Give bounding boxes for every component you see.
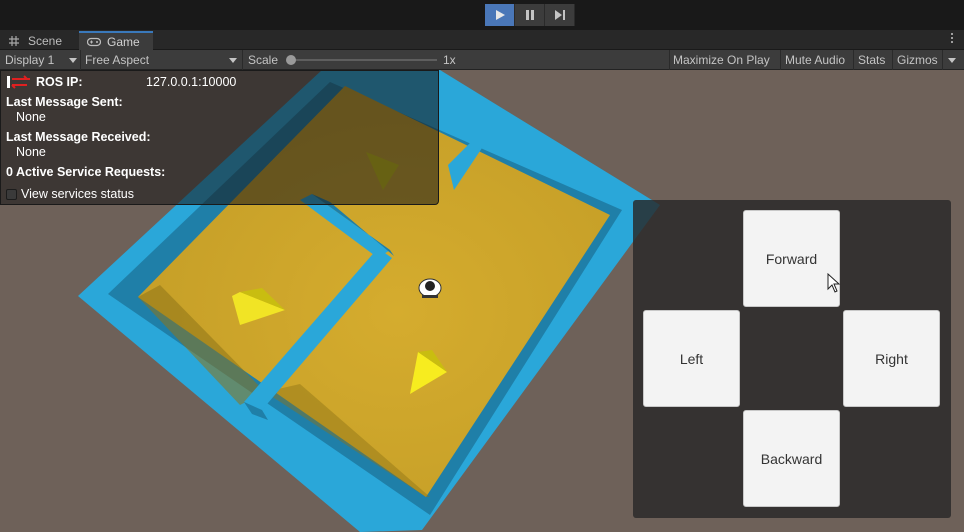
- control-pad: Forward Left Right Backward: [633, 200, 951, 518]
- scale-slider-thumb[interactable]: [286, 55, 296, 65]
- last-received-value: None: [16, 145, 46, 159]
- right-button[interactable]: Right: [843, 310, 940, 407]
- forward-button[interactable]: Forward: [743, 210, 840, 307]
- view-services-checkbox[interactable]: [6, 188, 17, 200]
- view-services-toggle[interactable]: View services status: [6, 186, 134, 202]
- chevron-down-icon: [948, 57, 956, 63]
- game-toolbar: Display 1 Free Aspect Scale 1x Maximize …: [0, 50, 964, 70]
- display-label: Display 1: [5, 53, 55, 67]
- connection-arrows-icon: [6, 75, 32, 89]
- left-button[interactable]: Left: [643, 310, 740, 407]
- stats-toggle[interactable]: Stats: [858, 50, 885, 70]
- maximize-on-play-toggle[interactable]: Maximize On Play: [673, 50, 770, 70]
- pause-icon: [525, 10, 534, 20]
- mouse-cursor-icon: [827, 273, 841, 293]
- tab-scene[interactable]: Scene: [0, 31, 78, 50]
- play-icon: [495, 10, 505, 20]
- chevron-down-icon: [229, 58, 237, 63]
- display-dropdown[interactable]: Display 1: [5, 50, 77, 70]
- ros-ip-row: ROS IP: 127.0.0.1:10000: [6, 74, 236, 90]
- ros-hud-panel: ROS IP: 127.0.0.1:10000 Last Message Sen…: [0, 70, 439, 205]
- aspect-label: Free Aspect: [85, 53, 150, 67]
- backward-button[interactable]: Backward: [743, 410, 840, 507]
- scale-value: 1x: [443, 53, 456, 67]
- tab-game[interactable]: Game: [79, 31, 153, 50]
- ros-ip-label: ROS IP:: [36, 75, 83, 89]
- last-sent-label: Last Message Sent:: [6, 95, 123, 109]
- robot: [418, 278, 442, 298]
- last-received-label: Last Message Received:: [6, 130, 151, 144]
- unity-editor: Scene Game Display 1 Free Aspect Scale 1…: [0, 0, 964, 532]
- step-button[interactable]: [545, 4, 575, 26]
- step-icon: [554, 10, 565, 20]
- aspect-dropdown[interactable]: Free Aspect: [85, 50, 237, 70]
- play-controls: [485, 4, 575, 26]
- play-button[interactable]: [485, 4, 515, 26]
- tab-scene-label: Scene: [28, 33, 63, 48]
- last-sent-value: None: [16, 110, 46, 124]
- hash-grid-icon: [8, 35, 22, 47]
- chevron-down-icon: [69, 58, 77, 63]
- gizmos-toggle[interactable]: Gizmos: [897, 50, 938, 70]
- more-options-icon[interactable]: [950, 33, 954, 45]
- active-requests-label: 0 Active Service Requests:: [6, 165, 166, 179]
- gamepad-icon: [87, 36, 101, 48]
- gizmos-dropdown[interactable]: [948, 50, 958, 70]
- pause-button[interactable]: [515, 4, 545, 26]
- scale-label: Scale: [248, 53, 279, 67]
- view-tabbar: Scene Game: [0, 30, 964, 50]
- scale-slider-track[interactable]: [289, 59, 437, 61]
- tab-game-label: Game: [107, 34, 140, 49]
- main-toolbar: [0, 0, 964, 30]
- ros-ip-value: 127.0.0.1:10000: [146, 75, 237, 89]
- mute-audio-toggle[interactable]: Mute Audio: [785, 50, 845, 70]
- view-services-label: View services status: [21, 187, 135, 201]
